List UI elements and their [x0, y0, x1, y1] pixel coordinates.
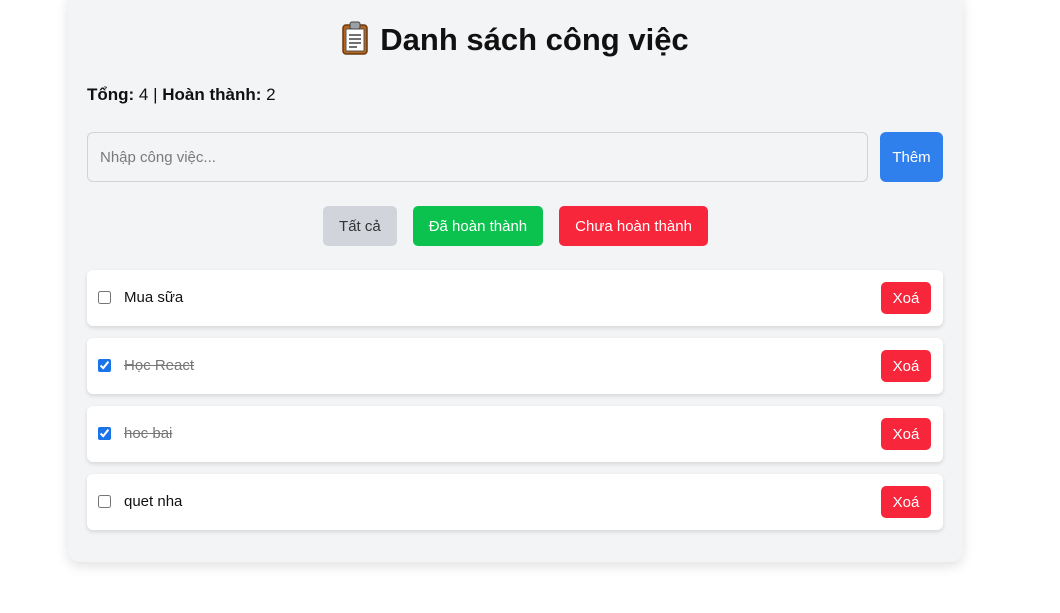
delete-task-button[interactable]: Xoá [881, 350, 931, 382]
add-task-form: Thêm [87, 132, 943, 182]
task-checkbox[interactable] [98, 359, 111, 372]
completed-label: Hoàn thành: [162, 85, 262, 104]
todo-card: Danh sách công việc Tổng: 4 | Hoàn thành… [68, 0, 963, 562]
page-title-text: Danh sách công việc [380, 22, 689, 57]
task-stats: Tổng: 4 | Hoàn thành: 2 [87, 84, 276, 106]
task-text: Mua sữa [124, 289, 184, 306]
filter-bar: Tất cả Đã hoàn thành Chưa hoàn thành [68, 206, 963, 246]
completed-value: 2 [261, 85, 276, 104]
task-checkbox[interactable] [98, 427, 111, 440]
clipboard-icon [342, 21, 369, 55]
task-text: hoc bai [124, 425, 173, 442]
filter-incomplete-button[interactable]: Chưa hoàn thành [559, 206, 708, 246]
task-item: Mua sữa Xoá [87, 270, 943, 326]
filter-completed-button[interactable]: Đã hoàn thành [412, 206, 544, 246]
task-text: quet nha [124, 493, 183, 510]
total-value: 4 [134, 85, 154, 104]
filter-all-button[interactable]: Tất cả [323, 206, 397, 246]
task-checkbox[interactable] [98, 495, 111, 508]
task-list: Mua sữa Xoá Học React Xoá hoc bai Xoá qu… [87, 270, 943, 542]
delete-task-button[interactable]: Xoá [881, 418, 931, 450]
task-checkbox[interactable] [98, 291, 111, 304]
task-item: Học React Xoá [87, 338, 943, 394]
task-input[interactable] [87, 132, 868, 182]
total-label: Tổng: [87, 85, 135, 104]
page-title: Danh sách công việc [68, 20, 963, 60]
task-text: Học React [124, 357, 195, 374]
add-task-button[interactable]: Thêm [880, 132, 943, 182]
task-item: hoc bai Xoá [87, 406, 943, 462]
task-item: quet nha Xoá [87, 474, 943, 530]
stats-separator: | [153, 85, 163, 104]
delete-task-button[interactable]: Xoá [881, 486, 931, 518]
delete-task-button[interactable]: Xoá [881, 282, 931, 314]
